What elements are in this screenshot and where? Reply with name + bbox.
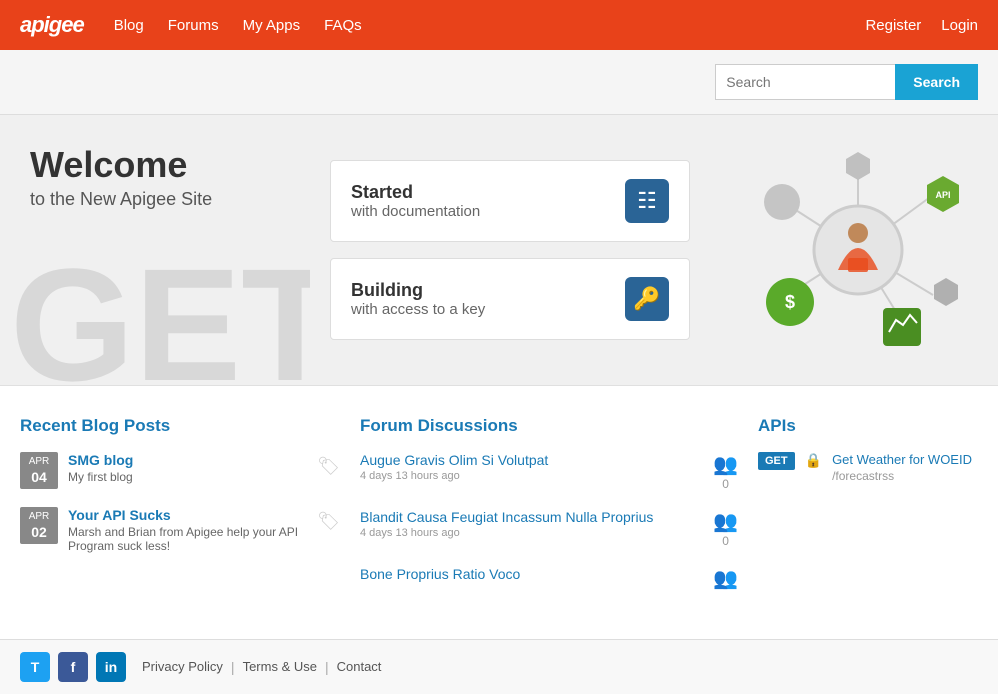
forum-meta-1: 4 days 13 hours ago xyxy=(360,527,703,539)
apis-title: APIs xyxy=(758,416,978,436)
hero-card-docs-title: Started xyxy=(351,182,480,203)
blog-section: Recent Blog Posts Apr 04 SMG blog My fir… xyxy=(20,416,340,609)
blog-item-1: Apr 02 Your API Sucks Marsh and Brian fr… xyxy=(20,507,340,553)
welcome-text: Welcome to the New Apigee Site xyxy=(30,145,280,210)
forum-item-0: Augue Gravis Olim Si Volutpat 4 days 13 … xyxy=(360,452,738,491)
blog-day-1: 02 xyxy=(24,523,54,541)
hero-cards: Started with documentation ☷ Building wi… xyxy=(310,115,718,385)
hero-illustration: API $ xyxy=(718,115,998,385)
hero-left: GET Welcome to the New Apigee Site xyxy=(0,115,310,385)
blog-title-1[interactable]: Your API Sucks xyxy=(68,507,171,523)
content-section: Recent Blog Posts Apr 04 SMG blog My fir… xyxy=(0,385,998,639)
login-link[interactable]: Login xyxy=(941,17,978,34)
hero-section: GET Welcome to the New Apigee Site Start… xyxy=(0,115,998,385)
api-path-0: /forecastrss xyxy=(832,469,894,483)
nav-forums[interactable]: Forums xyxy=(168,17,219,34)
twitter-icon[interactable]: T xyxy=(20,652,50,682)
forum-count-icon-2: 👥 xyxy=(713,566,738,591)
forum-count-icon-1: 👥 xyxy=(713,509,738,534)
api-item-0: GET 🔒 Get Weather for WOEID /forecastrss xyxy=(758,452,978,483)
blog-item-0: Apr 04 SMG blog My first blog 🏷 xyxy=(20,452,340,489)
nav-blog[interactable]: Blog xyxy=(114,17,144,34)
forum-section: Forum Discussions Augue Gravis Olim Si V… xyxy=(360,416,738,609)
forum-content-1: Blandit Causa Feugiat Incassum Nulla Pro… xyxy=(360,509,703,539)
get-badge-0: GET xyxy=(758,452,795,470)
contact-link[interactable]: Contact xyxy=(337,659,382,675)
footer-links: Privacy Policy | Terms & Use | Contact xyxy=(142,659,381,675)
main-nav: Blog Forums My Apps FAQs xyxy=(114,17,362,34)
hero-card-docs-text: Started with documentation xyxy=(351,182,480,220)
footer: T f in Privacy Policy | Terms & Use | Co… xyxy=(0,639,998,694)
forum-count-val-1: 0 xyxy=(722,534,729,548)
date-badge-0: Apr 04 xyxy=(20,452,58,489)
forum-item-1: Blandit Causa Feugiat Incassum Nulla Pro… xyxy=(360,509,738,548)
api-info-0: Get Weather for WOEID /forecastrss xyxy=(832,452,972,483)
search-input[interactable] xyxy=(715,64,895,100)
linkedin-icon[interactable]: in xyxy=(96,652,126,682)
hero-card-key-title: Building xyxy=(351,280,485,301)
svg-text:API: API xyxy=(935,190,950,200)
nav-faqs[interactable]: FAQs xyxy=(324,17,362,34)
forum-item-2: Bone Proprius Ratio Voco 👥 xyxy=(360,566,738,591)
forum-count-0: 👥 0 xyxy=(713,452,738,491)
tag-icon-1: 🏷 xyxy=(317,511,340,532)
api-link-0[interactable]: Get Weather for WOEID xyxy=(832,452,972,467)
facebook-icon[interactable]: f xyxy=(58,652,88,682)
get-background-text: GET xyxy=(10,245,310,385)
blog-title: Recent Blog Posts xyxy=(20,416,340,436)
api-diagram: API $ xyxy=(738,140,978,360)
nav-myapps[interactable]: My Apps xyxy=(243,17,301,34)
forum-count-icon-0: 👥 xyxy=(713,452,738,477)
svg-text:$: $ xyxy=(785,292,795,312)
blog-desc-0: My first blog xyxy=(68,470,307,484)
header: apigee Blog Forums My Apps FAQs Register… xyxy=(0,0,998,50)
search-button[interactable]: Search xyxy=(895,64,978,100)
footer-divider-2: | xyxy=(325,659,329,675)
privacy-link[interactable]: Privacy Policy xyxy=(142,659,223,675)
date-badge-1: Apr 02 xyxy=(20,507,58,544)
welcome-subheading: to the New Apigee Site xyxy=(30,189,280,210)
blog-content-0: SMG blog My first blog xyxy=(68,452,307,484)
hero-card-key-sub: with access to a key xyxy=(351,301,485,318)
forum-meta-0: 4 days 13 hours ago xyxy=(360,470,703,482)
forum-title: Forum Discussions xyxy=(360,416,738,436)
welcome-heading: Welcome xyxy=(30,145,280,185)
blog-desc-1: Marsh and Brian from Apigee help your AP… xyxy=(68,525,307,553)
social-icons: T f in xyxy=(20,652,126,682)
forum-content-2: Bone Proprius Ratio Voco xyxy=(360,566,703,584)
footer-divider-1: | xyxy=(231,659,235,675)
blog-day-0: 04 xyxy=(24,468,54,486)
register-link[interactable]: Register xyxy=(865,17,921,34)
header-right: Register Login xyxy=(865,17,978,34)
forum-link-0[interactable]: Augue Gravis Olim Si Volutpat xyxy=(360,452,548,468)
blog-title-0[interactable]: SMG blog xyxy=(68,452,133,468)
hero-card-docs[interactable]: Started with documentation ☷ xyxy=(330,160,690,242)
logo[interactable]: apigee xyxy=(20,12,84,38)
hero-card-key-text: Building with access to a key xyxy=(351,280,485,318)
blog-month-0: Apr xyxy=(24,455,54,468)
forum-link-1[interactable]: Blandit Causa Feugiat Incassum Nulla Pro… xyxy=(360,509,653,525)
hero-card-docs-sub: with documentation xyxy=(351,203,480,220)
key-icon: 🔑 xyxy=(625,277,669,321)
lock-icon-0: 🔒 xyxy=(805,452,822,469)
hero-card-key[interactable]: Building with access to a key 🔑 xyxy=(330,258,690,340)
docs-icon: ☷ xyxy=(625,179,669,223)
forum-link-2[interactable]: Bone Proprius Ratio Voco xyxy=(360,566,520,582)
forum-count-val-0: 0 xyxy=(722,477,729,491)
terms-link[interactable]: Terms & Use xyxy=(243,659,317,675)
tag-icon-0: 🏷 xyxy=(317,456,340,477)
search-bar: Search xyxy=(0,50,998,115)
blog-content-1: Your API Sucks Marsh and Brian from Apig… xyxy=(68,507,307,553)
forum-count-2: 👥 xyxy=(713,566,738,591)
forum-count-1: 👥 0 xyxy=(713,509,738,548)
blog-month-1: Apr xyxy=(24,510,54,523)
api-section: APIs GET 🔒 Get Weather for WOEID /foreca… xyxy=(758,416,978,609)
forum-content-0: Augue Gravis Olim Si Volutpat 4 days 13 … xyxy=(360,452,703,482)
